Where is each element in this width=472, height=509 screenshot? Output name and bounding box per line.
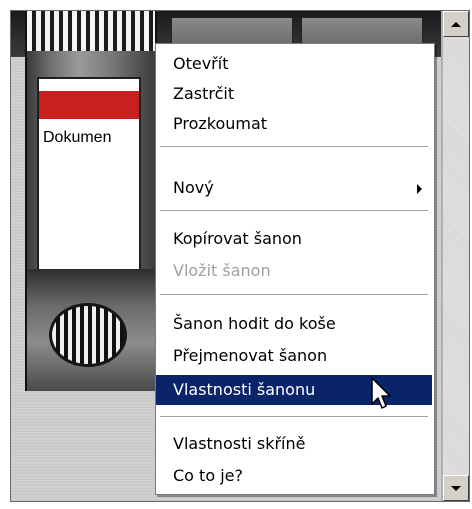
menu-item-binder-properties[interactable]: Vlastnosti šanonu (156, 375, 432, 409)
arrow-down-icon (451, 485, 461, 491)
menu-separator (160, 416, 428, 418)
scroll-down-button[interactable] (443, 475, 469, 501)
menu-item-binder-properties-label: Vlastnosti šanonu (173, 380, 316, 399)
menu-item-copy-binder[interactable]: Kopírovat šanon (156, 224, 432, 254)
menu-separator (160, 294, 428, 296)
menu-item-new-label: Nový (173, 178, 214, 197)
menu-item-paste-binder: Vložit šanon (173, 261, 271, 280)
binder-top-stripes (27, 11, 155, 51)
menu-item-rename-binder[interactable]: Přejmenovat šanon (156, 341, 432, 371)
mouse-pointer-icon (371, 377, 391, 409)
context-menu: Otevřít Zastrčit Prozkoumat Nový Kopírov… (155, 43, 435, 495)
menu-item-new[interactable]: Nový (156, 173, 432, 203)
menu-item-insert[interactable]: Zastrčit (156, 79, 432, 109)
menu-item-open[interactable]: Otevřít (156, 49, 432, 79)
binder-finger-hole (49, 303, 127, 367)
menu-separator (160, 146, 428, 148)
scroll-up-button[interactable] (443, 11, 469, 37)
binder-label-panel: Dokumen (37, 77, 141, 271)
menu-item-whats-this[interactable]: Co to je? (156, 461, 432, 491)
chevron-right-icon (417, 184, 422, 194)
menu-item-cabinet-properties[interactable]: Vlastnosti skříně (156, 429, 432, 459)
menu-item-delete-binder[interactable]: Šanon hodit do koše (156, 309, 432, 339)
menu-item-explore[interactable]: Prozkoumat (156, 109, 432, 139)
binder-dokumen[interactable]: Dokumen (25, 11, 157, 391)
binder-color-band (39, 91, 139, 119)
arrow-up-icon (451, 21, 461, 27)
menu-separator (160, 210, 428, 212)
vertical-scrollbar[interactable] (443, 11, 469, 501)
binder-label: Dokumen (43, 129, 112, 146)
